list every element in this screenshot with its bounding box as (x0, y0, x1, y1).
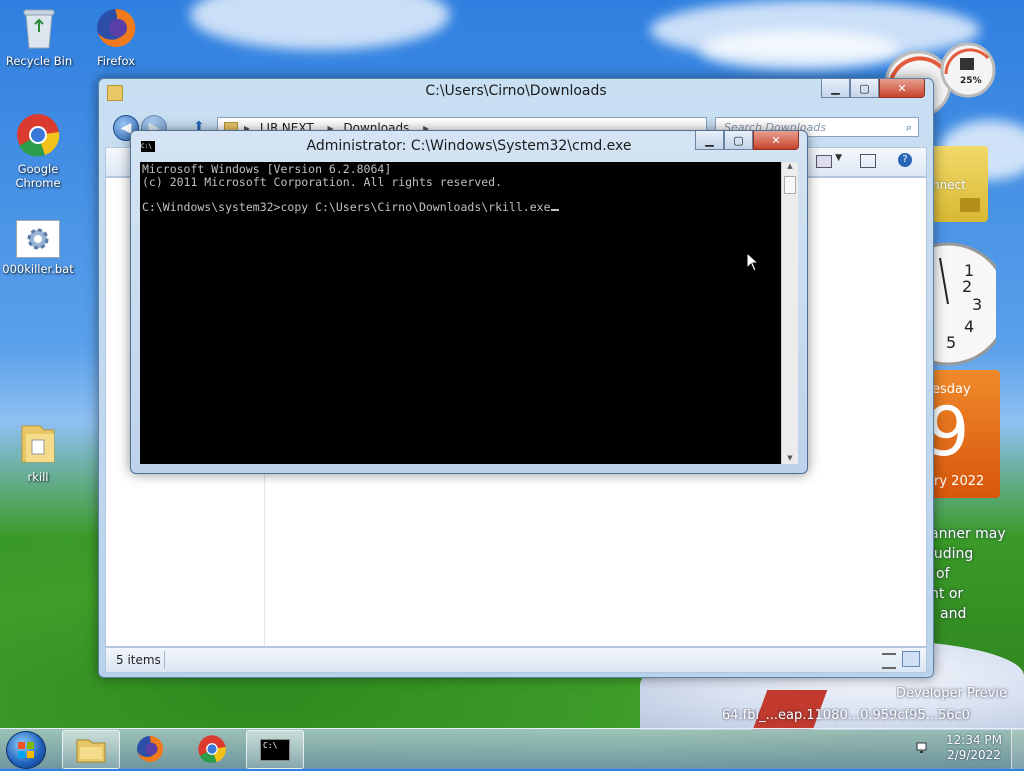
desktop-icon-label: 000killer.bat (2, 262, 74, 276)
help-icon[interactable]: ? (898, 153, 912, 167)
item-count: 5 items (116, 653, 161, 667)
scroll-thumb[interactable] (784, 176, 796, 194)
minimize-button[interactable]: ▁ (695, 131, 724, 150)
cmd-caption-buttons: ▁ ▢ ✕ (695, 131, 799, 150)
folder-icon (76, 739, 106, 762)
desktop-icon-recycle-bin[interactable]: Recycle Bin (3, 6, 75, 68)
wallpaper-text-line: and (940, 606, 967, 622)
recycle-bin-icon (22, 6, 56, 50)
firefox-icon (94, 6, 138, 50)
system-clock[interactable]: 12:34 PM 2/9/2022 (946, 733, 1002, 763)
cloud (190, 0, 450, 50)
search-icon: ⌕ (905, 121, 912, 134)
desktop-icon-firefox[interactable]: Firefox (80, 6, 152, 68)
close-button[interactable]: ✕ (879, 79, 925, 98)
windows-logo-icon (18, 742, 34, 758)
svg-text:5: 5 (946, 333, 956, 352)
text-cursor (550, 208, 559, 211)
desktop-icon-label: Firefox (96, 54, 136, 68)
wallpaper-text-line: anner may (930, 526, 1006, 542)
connect-gadget[interactable]: nnect (930, 146, 988, 222)
desktop-icon-label: Google Chrome (15, 162, 61, 190)
wallpaper-text-line: nt or (930, 586, 964, 602)
taskbar-cmd[interactable]: C:\ (246, 730, 304, 769)
explorer-caption-buttons: ▁ ▢ ✕ (821, 79, 925, 98)
cmd-window[interactable]: C:\ Administrator: C:\Windows\System32\c… (130, 130, 808, 474)
taskbar: C:\ 12:34 PM 2/9/2022 (0, 728, 1024, 769)
wallpaper-partial-text: anner may luding of nt or and (930, 524, 1024, 624)
chrome-icon (198, 734, 226, 763)
taskbar-chrome[interactable] (184, 730, 240, 767)
wallpaper-watermark-build: 64.fbl_...eap.11080...0.959cf95...56c0 (722, 708, 970, 723)
folder-icon (18, 420, 58, 466)
start-button[interactable] (6, 731, 46, 769)
explorer-title: C:\Users\Cirno\Downloads (425, 83, 607, 99)
status-bar: 5 items (105, 647, 927, 673)
svg-text:3: 3 (972, 295, 982, 314)
view-options-icon[interactable] (816, 155, 832, 168)
view-dropdown-icon[interactable]: ▼ (835, 153, 842, 163)
minimize-button[interactable]: ▁ (821, 79, 850, 98)
cmd-icon: C:\ (260, 738, 290, 761)
console-command-text: C:\Windows\system32>copy C:\Users\Cirno\… (142, 199, 551, 214)
clock-date: 2/9/2022 (947, 748, 1001, 762)
desktop-icon-google-chrome[interactable]: Google Chrome (2, 112, 74, 190)
cmd-icon-text: C:\ (263, 740, 278, 750)
wallpaper-text-line: luding (930, 546, 974, 562)
calendar-month: ry 2022 (934, 474, 985, 489)
preview-pane-icon[interactable] (860, 154, 876, 168)
desktop-icon-000killer-bat[interactable]: 000killer.bat (2, 220, 74, 276)
network-icon[interactable] (916, 741, 930, 755)
status-divider (164, 651, 165, 669)
taskbar-firefox[interactable] (122, 730, 178, 767)
calendar-gadget: esday 9 ry 2022 (926, 370, 1000, 498)
chrome-icon (15, 112, 61, 158)
mouse-pointer-icon (746, 251, 760, 275)
wallpaper-text-line: of (936, 566, 950, 582)
details-view-icon[interactable] (882, 653, 896, 669)
console-line: Microsoft Windows [Version 6.2.8064] (142, 162, 392, 176)
clock-time: 12:34 PM (946, 733, 1002, 747)
scroll-up-arrow-icon[interactable]: ▲ (782, 162, 798, 170)
show-desktop-button[interactable] (1011, 729, 1024, 769)
desktop-icon-label: rkill (27, 470, 49, 484)
connect-gadget-icon (960, 198, 980, 212)
scroll-down-arrow-icon[interactable]: ▼ (782, 454, 798, 462)
cpu-meter-label: 25% (960, 76, 982, 86)
batch-file-gear-icon (16, 220, 60, 258)
console-output[interactable]: Microsoft Windows [Version 6.2.8064] (c) … (140, 162, 781, 464)
console-prompt-line: C:\Windows\system32>copy C:\Users\Cirno\… (142, 199, 779, 214)
large-icons-view-icon[interactable] (902, 651, 920, 667)
maximize-button[interactable]: ▢ (850, 79, 879, 98)
taskbar-explorer[interactable] (62, 730, 120, 769)
cloud (700, 30, 900, 70)
maximize-button[interactable]: ▢ (724, 131, 753, 150)
svg-text:4: 4 (964, 317, 974, 336)
connect-gadget-label: nnect (932, 178, 966, 192)
console-scrollbar[interactable]: ▲ ▼ (781, 162, 798, 464)
desktop-icon-rkill-folder[interactable]: rkill (2, 420, 74, 484)
desktop-icon-label: Recycle Bin (5, 54, 73, 68)
firefox-icon (137, 735, 164, 762)
svg-text:2: 2 (962, 277, 972, 296)
close-button[interactable]: ✕ (753, 131, 799, 150)
wallpaper-watermark: Developer Previe (896, 686, 1007, 701)
clock-gadget: 1 2 3 4 5 (886, 240, 1010, 370)
console-line: (c) 2011 Microsoft Corporation. All righ… (142, 174, 503, 189)
